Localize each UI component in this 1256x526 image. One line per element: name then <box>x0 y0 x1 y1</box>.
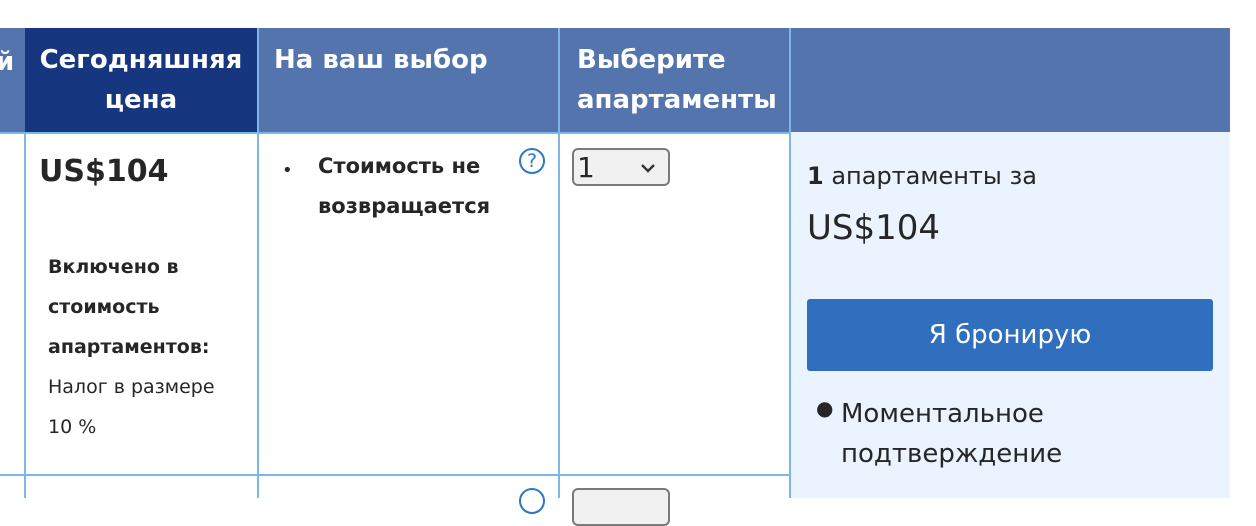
column-divider-4 <box>789 28 791 498</box>
next-row-quantity-select[interactable] <box>572 488 670 526</box>
benefit-instant-confirmation: Моментальное подтверждение <box>841 399 1063 469</box>
column-divider-3 <box>558 28 560 498</box>
header-today-price-label: Сегодняшняя цена <box>39 45 243 115</box>
chevron-down-icon <box>641 164 655 173</box>
summary-count: 1 <box>807 162 824 190</box>
included-title: Включено в стоимость апартаментов: <box>48 256 210 358</box>
header-summary <box>790 28 1230 132</box>
row-divider-top <box>0 132 790 134</box>
header-select-apartments: Выберите апартаменты <box>559 28 790 132</box>
header-your-choice-label: На ваш выбор <box>274 45 488 75</box>
book-button[interactable]: Я бронирую <box>807 299 1213 371</box>
room-price: US$104 <box>39 154 169 189</box>
header-select-apartments-label: Выберите апартаменты <box>577 45 777 115</box>
header-cell-previous: й <box>0 28 25 132</box>
header-your-choice: На ваш выбор <box>257 28 559 132</box>
row-divider-bottom <box>0 474 790 476</box>
summary-count-line: 1 апартаменты за <box>807 158 1037 194</box>
cancellation-policy: Стоимость не возвращается <box>318 154 491 218</box>
summary-total: US$104 <box>807 208 940 248</box>
benefit-bullet-icon: ● <box>816 396 834 420</box>
quantity-selected-value: 1 <box>577 151 595 184</box>
column-divider-1 <box>24 132 26 498</box>
summary-count-suffix: апартаменты за <box>831 162 1037 190</box>
header-today-price: Сегодняшняя цена <box>25 28 257 132</box>
bullet-icon: • <box>282 160 293 181</box>
tax-info: Налог в размере 10 % <box>48 376 215 438</box>
column-divider-2 <box>257 28 259 498</box>
header-prev-fragment: й <box>0 47 15 77</box>
next-row-help-icon[interactable] <box>519 488 545 514</box>
quantity-select[interactable]: 1 <box>572 148 670 186</box>
help-icon[interactable]: ? <box>519 148 545 174</box>
